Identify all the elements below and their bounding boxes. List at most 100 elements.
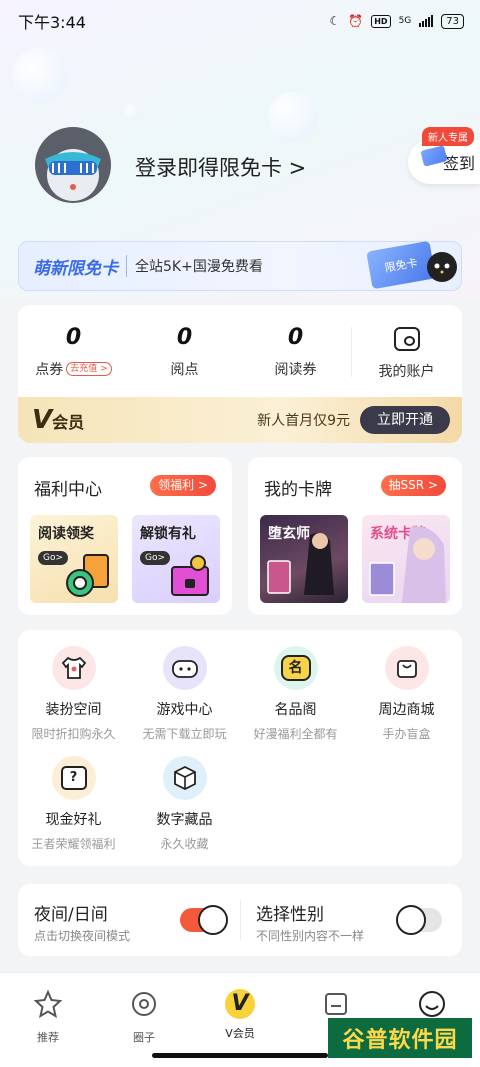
- service-sub: 好漫福利全都有: [253, 727, 338, 741]
- hd-icon: HD: [371, 14, 391, 28]
- tab-circle[interactable]: 圈子: [96, 989, 192, 1045]
- star-icon: [33, 989, 63, 1019]
- vip-logo-v: V: [32, 405, 53, 435]
- character-art-icon: [369, 526, 446, 603]
- promo-divider: [126, 255, 127, 277]
- settings-card: 夜间/日间 点击切换夜间模式 选择性别 不同性别内容不一样: [18, 884, 462, 956]
- avatar[interactable]: [35, 127, 111, 203]
- coupon-count: 0: [65, 325, 82, 350]
- vip-logo: V会员: [32, 405, 84, 435]
- cards-title: 我的卡牌: [264, 480, 332, 500]
- decor-bubble: [124, 104, 140, 120]
- night-mode-title: 夜间/日间: [34, 905, 108, 925]
- promo-card-image: 限免卡: [366, 240, 436, 290]
- unlock-gift-tile[interactable]: 解锁有礼 Go>: [132, 515, 220, 603]
- tab-label: 推荐: [37, 1031, 59, 1044]
- vip-offer-text: 新人首月仅9元: [257, 413, 350, 429]
- service-game-center[interactable]: 游戏中心 无需下载立即玩: [129, 646, 240, 742]
- night-mode-toggle[interactable]: [180, 905, 228, 935]
- alarm-icon: ⏰: [348, 14, 364, 28]
- tab-vip[interactable]: V V会员: [192, 989, 288, 1041]
- my-cards-panel: 我的卡牌 抽SSR > 堕玄师 系统卡牌: [248, 457, 462, 615]
- service-brand-pavilion[interactable]: 名 名品阁 好漫福利全都有: [240, 646, 351, 742]
- decor-bubble: [12, 48, 68, 104]
- promo-banner[interactable]: 萌新限免卡 全站5K+国漫免费看 限免卡: [18, 240, 462, 291]
- read-points-item[interactable]: 0 阅点: [129, 325, 240, 379]
- checkin-label: 签到: [442, 154, 475, 173]
- service-digital-collectibles[interactable]: 数字藏品 永久收藏: [129, 756, 240, 852]
- moon-icon: ☾: [329, 14, 341, 28]
- toggle-knob: [198, 905, 228, 935]
- reading-voucher-count: 0: [287, 325, 304, 350]
- tab-label: V会员: [225, 1027, 255, 1040]
- card-tile-duoxuanshi[interactable]: 堕玄师: [260, 515, 348, 603]
- mascot-face-icon: [434, 263, 450, 274]
- tab-recommend[interactable]: 推荐: [0, 989, 96, 1045]
- service-name: 数字藏品: [156, 812, 213, 828]
- home-indicator[interactable]: [152, 1053, 328, 1058]
- mascot-icon: [427, 252, 457, 282]
- brand-badge-icon: 名: [273, 646, 318, 690]
- read-points-count: 0: [176, 325, 193, 350]
- service-merch-mall[interactable]: 周边商城 手办盲盒: [351, 646, 462, 742]
- service-sub: 永久收藏: [160, 837, 209, 851]
- get-welfare-button[interactable]: 领福利 >: [150, 475, 216, 496]
- service-name: 游戏中心: [156, 702, 213, 718]
- read-reward-tile[interactable]: 阅读领奖 Go>: [30, 515, 118, 603]
- service-name: 周边商城: [378, 702, 435, 718]
- vip-icon: V: [225, 989, 255, 1019]
- new-user-badge: 新人专属: [422, 127, 474, 146]
- activate-vip-button[interactable]: 立即开通: [360, 406, 450, 434]
- service-sub: 王者荣耀领福利: [31, 837, 116, 851]
- smiley-icon: [419, 991, 445, 1017]
- decor-bubble: [268, 92, 318, 142]
- welfare-panel: 福利中心 领福利 > 阅读领奖 Go> 解锁有礼 Go>: [18, 457, 232, 615]
- service-sub: 手办盲盒: [382, 727, 431, 741]
- signal-icon: [419, 15, 434, 27]
- battery-indicator: 73: [441, 13, 464, 29]
- gender-title: 选择性别: [256, 905, 324, 925]
- divider: [240, 900, 241, 940]
- toggle-knob: [396, 905, 426, 935]
- promo-title: 萌新限免卡: [33, 258, 118, 279]
- account-card: 0 点券 去充值 > 0 阅点 0 阅读券 我的账户 V会员 新人首月仅9元 立即…: [18, 305, 462, 443]
- reading-voucher-label: 阅读券: [274, 362, 317, 378]
- tile-title: 解锁有礼: [140, 526, 196, 542]
- gender-sub: 不同性别内容不一样: [256, 929, 365, 943]
- welfare-title: 福利中心: [34, 480, 102, 500]
- reading-voucher-item[interactable]: 0 阅读券: [240, 325, 351, 379]
- wallet-icon: [393, 327, 420, 351]
- coupon-item[interactable]: 0 点券 去充值 >: [18, 325, 129, 379]
- night-mode-sub: 点击切换夜间模式: [34, 929, 131, 943]
- vip-bar[interactable]: V会员 新人首月仅9元 立即开通: [18, 397, 462, 443]
- promo-text: 全站5K+国漫免费看: [135, 259, 263, 275]
- service-sub: 限时折扣购永久: [31, 727, 116, 741]
- shop-bag-icon: [384, 646, 429, 690]
- service-name: 装扮空间: [45, 702, 102, 718]
- services-grid: 装扮空间 限时折扣购永久 游戏中心 无需下载立即玩 名 名品阁 好漫福利全都有 …: [18, 630, 462, 866]
- service-name: 现金好礼: [45, 812, 102, 828]
- watermark-logo: 谷普软件园: [328, 1018, 472, 1058]
- service-cash-gift[interactable]: ? 现金好礼 王者荣耀领福利: [18, 756, 129, 852]
- network-label: 5G: [398, 16, 412, 26]
- mystery-box-icon: ?: [51, 756, 96, 800]
- gamepad-icon: [162, 646, 207, 690]
- draw-ssr-button[interactable]: 抽SSR >: [380, 475, 446, 496]
- vip-logo-text: 会员: [52, 413, 85, 432]
- service-name: 名品阁: [274, 702, 317, 718]
- my-account-item[interactable]: 我的账户: [351, 325, 462, 381]
- status-bar: 下午3:44 ☾ ⏰ HD 5G 73: [18, 8, 464, 34]
- tshirt-icon: [51, 646, 96, 690]
- my-account-label: 我的账户: [378, 364, 435, 380]
- service-sub: 无需下载立即玩: [142, 727, 227, 741]
- cube-icon: [162, 756, 207, 800]
- read-points-label: 阅点: [170, 362, 199, 378]
- gift-lock-icon: [171, 555, 209, 596]
- card-tile-system[interactable]: 系统卡牌: [362, 515, 450, 603]
- tab-label: 圈子: [133, 1031, 155, 1044]
- service-dress-space[interactable]: 装扮空间 限时折扣购永久: [18, 646, 129, 742]
- recharge-button[interactable]: 去充值 >: [66, 362, 112, 376]
- gender-toggle[interactable]: [396, 905, 442, 935]
- character-art-icon: [267, 533, 334, 595]
- login-link[interactable]: 登录即得限免卡 >: [135, 152, 306, 182]
